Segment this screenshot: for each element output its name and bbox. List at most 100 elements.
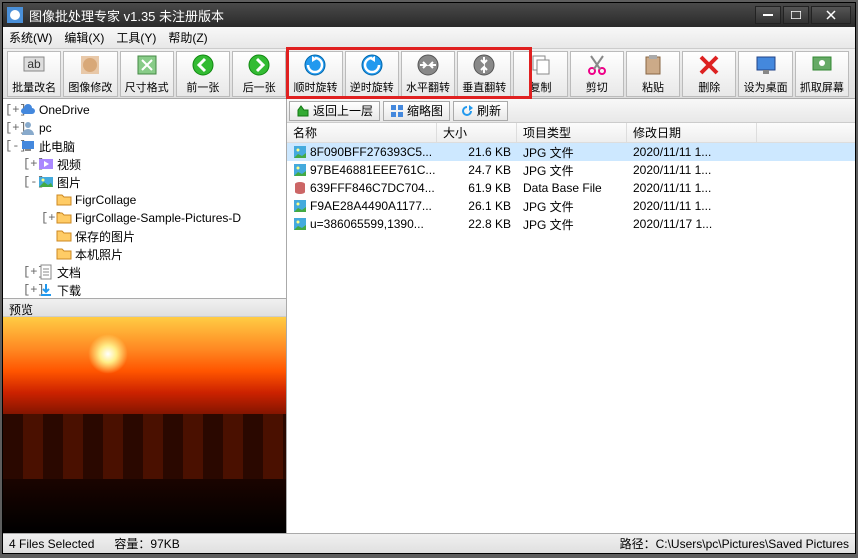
status-bar: 4 Files Selected 容量：97KB 路径：C:\Users\pc\…	[3, 533, 855, 553]
col-type[interactable]: 项目类型	[517, 123, 627, 142]
flip-h-button[interactable]: 水平翻转	[401, 51, 455, 97]
tree-item[interactable]: [+]下载	[5, 281, 284, 299]
file-icon	[293, 181, 307, 195]
size-format-icon	[135, 53, 159, 77]
tree-item[interactable]: [-]图片	[5, 173, 284, 191]
expand-icon[interactable]: [+]	[5, 121, 17, 135]
expand-icon[interactable]: [+]	[41, 211, 53, 225]
menu-help[interactable]: 帮助(Z)	[168, 29, 207, 46]
app-icon	[7, 7, 23, 23]
close-button[interactable]	[811, 6, 851, 24]
set-desktop-button[interactable]: 设为桌面	[738, 51, 792, 97]
video-icon	[38, 156, 54, 172]
expand-icon[interactable]: [-]	[23, 175, 35, 189]
preview-pane	[3, 317, 286, 533]
tree-item[interactable]: [+]视频	[5, 155, 284, 173]
folder-icon	[56, 192, 72, 208]
status-capacity: 容量：97KB	[114, 535, 179, 552]
tree-item[interactable]: [+]FigrCollage-Sample-Pictures-D	[5, 209, 284, 227]
file-row[interactable]: 8F090BFF276393C5...21.6 KBJPG 文件2020/11/…	[287, 143, 855, 161]
file-row[interactable]: 639FFF846C7DC704...61.9 KBData Base File…	[287, 179, 855, 197]
tree-item[interactable]: [+]OneDrive	[5, 101, 284, 119]
flip-v-button[interactable]: 垂直翻转	[457, 51, 511, 97]
window-title: 图像批处理专家 v1.35 未注册版本	[29, 6, 753, 25]
toolbar: ab批量改名图像修改尺寸格式前一张后一张顺时旋转逆时旋转水平翻转垂直翻转复制剪切…	[3, 49, 855, 99]
rotate-cw-button[interactable]: 顺时旋转	[288, 51, 342, 97]
file-row[interactable]: u=386065599,1390...22.8 KBJPG 文件2020/11/…	[287, 215, 855, 233]
col-date[interactable]: 修改日期	[627, 123, 757, 142]
menubar: 系统(W) 编辑(X) 工具(Y) 帮助(Z)	[3, 27, 855, 49]
col-name[interactable]: 名称	[287, 123, 437, 142]
up-button[interactable]: 返回上一层	[289, 101, 380, 121]
tree-item[interactable]: [+]pc	[5, 119, 284, 137]
status-selected: 4 Files Selected	[9, 537, 94, 551]
delete-button[interactable]: 删除	[682, 51, 736, 97]
flip-h-icon	[416, 53, 440, 77]
image-edit-icon	[78, 53, 102, 77]
up-icon	[296, 104, 310, 118]
expand-icon[interactable]: [-]	[5, 139, 17, 153]
expand-icon[interactable]: [+]	[23, 283, 35, 297]
capture-button[interactable]: 抓取屏幕	[795, 51, 849, 97]
file-list[interactable]: 名称 大小 项目类型 修改日期 8F090BFF276393C5...21.6 …	[287, 123, 855, 533]
file-icon	[293, 217, 307, 231]
paste-icon	[641, 53, 665, 77]
file-row[interactable]: 97BE46881EEE761C...24.7 KBJPG 文件2020/11/…	[287, 161, 855, 179]
expand-icon[interactable]: [+]	[5, 103, 17, 117]
tree-item[interactable]: FigrCollage	[5, 191, 284, 209]
computer-icon	[20, 138, 36, 154]
minimize-button[interactable]	[755, 6, 781, 24]
capture-icon	[810, 53, 834, 77]
rotate-ccw-button[interactable]: 逆时旋转	[345, 51, 399, 97]
file-icon	[293, 163, 307, 177]
folder-icon	[56, 210, 72, 226]
cloud-icon	[20, 102, 36, 118]
thumbnail-button[interactable]: 缩略图	[383, 101, 450, 121]
expand-icon[interactable]: [+]	[23, 265, 35, 279]
batch-rename-button[interactable]: ab批量改名	[7, 51, 61, 97]
size-format-button[interactable]: 尺寸格式	[120, 51, 174, 97]
next-button[interactable]: 后一张	[232, 51, 286, 97]
menu-tools[interactable]: 工具(Y)	[116, 29, 156, 46]
prev-button[interactable]: 前一张	[176, 51, 230, 97]
batch-rename-icon: ab	[22, 53, 46, 77]
grid-icon	[390, 104, 404, 118]
file-icon	[293, 199, 307, 213]
titlebar: 图像批处理专家 v1.35 未注册版本	[3, 3, 855, 27]
user-icon	[20, 120, 36, 136]
flip-v-icon	[472, 53, 496, 77]
cut-button[interactable]: 剪切	[570, 51, 624, 97]
menu-system[interactable]: 系统(W)	[9, 29, 52, 46]
rotate-ccw-icon	[360, 53, 384, 77]
preview-image	[3, 317, 286, 533]
next-icon	[247, 53, 271, 77]
folder-icon	[56, 228, 72, 244]
paste-button[interactable]: 粘贴	[626, 51, 680, 97]
rotate-cw-icon	[303, 53, 327, 77]
image-edit-button[interactable]: 图像修改	[63, 51, 117, 97]
copy-icon	[529, 53, 553, 77]
file-row[interactable]: F9AE28A4490A1177...26.1 KBJPG 文件2020/11/…	[287, 197, 855, 215]
preview-header: 预览	[3, 299, 286, 317]
menu-edit[interactable]: 编辑(X)	[64, 29, 104, 46]
expand-icon[interactable]: [+]	[23, 157, 35, 171]
status-path: 路径：C:\Users\pc\Pictures\Saved Pictures	[620, 535, 849, 552]
folder-icon	[56, 246, 72, 262]
file-icon	[293, 145, 307, 159]
tree-item[interactable]: 保存的图片	[5, 227, 284, 245]
tree-item[interactable]: [+]文档	[5, 263, 284, 281]
maximize-button[interactable]	[783, 6, 809, 24]
pictures-icon	[38, 174, 54, 190]
set-desktop-icon	[754, 53, 778, 77]
refresh-button[interactable]: 刷新	[453, 101, 508, 121]
sub-toolbar: 返回上一层 缩略图 刷新	[287, 99, 855, 123]
folder-tree[interactable]: [+]OneDrive[+]pc[-]此电脑[+]视频[-]图片FigrColl…	[3, 99, 286, 299]
refresh-icon	[460, 104, 474, 118]
copy-button[interactable]: 复制	[513, 51, 567, 97]
tree-item[interactable]: 本机照片	[5, 245, 284, 263]
col-size[interactable]: 大小	[437, 123, 517, 142]
tree-item[interactable]: [-]此电脑	[5, 137, 284, 155]
file-list-header[interactable]: 名称 大小 项目类型 修改日期	[287, 123, 855, 143]
delete-icon	[697, 53, 721, 77]
prev-icon	[191, 53, 215, 77]
